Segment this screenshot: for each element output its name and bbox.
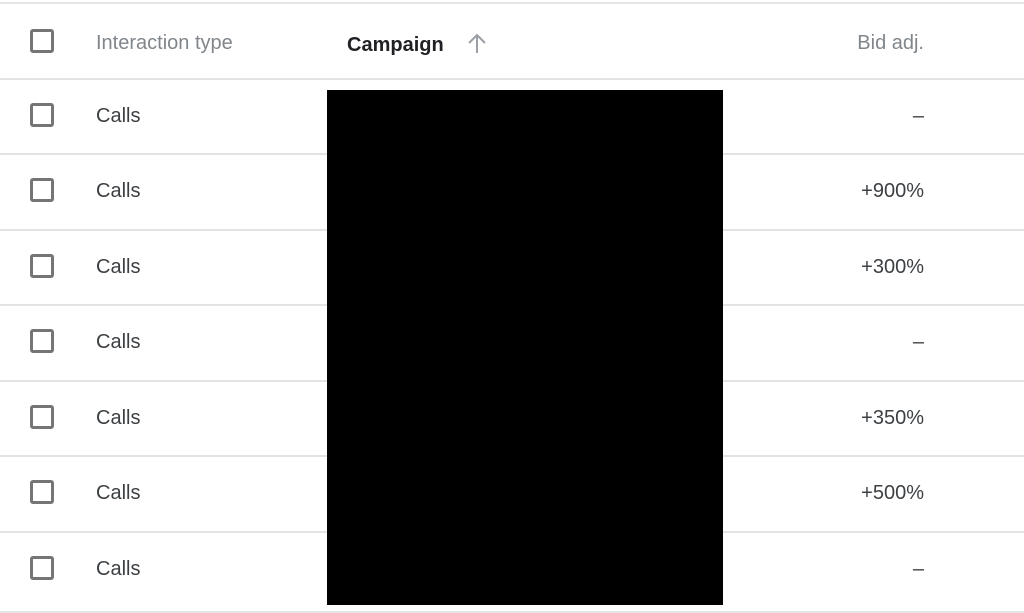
bid-adj-cell[interactable]: – bbox=[913, 104, 924, 128]
bid-adj-cell[interactable]: +350% bbox=[861, 406, 924, 430]
interaction-type-cell: Calls bbox=[96, 482, 141, 504]
bid-adj-cell[interactable]: +500% bbox=[861, 481, 924, 505]
interaction-type-cell: Calls bbox=[96, 256, 141, 278]
interaction-type-cell: Calls bbox=[96, 331, 141, 353]
column-header-interaction-type[interactable]: Interaction type bbox=[96, 31, 233, 55]
interaction-type-cell: Calls bbox=[96, 558, 141, 580]
bid-adj-cell[interactable]: +300% bbox=[861, 255, 924, 279]
arrow-up-icon[interactable] bbox=[466, 32, 488, 56]
row-checkbox[interactable] bbox=[30, 254, 54, 278]
row-checkbox[interactable] bbox=[30, 556, 54, 580]
row-checkbox[interactable] bbox=[30, 480, 54, 504]
row-checkbox[interactable] bbox=[30, 329, 54, 353]
bid-adj-cell[interactable]: +900% bbox=[861, 179, 924, 203]
table-header-row: Interaction type Campaign Bid adj. bbox=[0, 4, 1024, 80]
column-header-bid-adj[interactable]: Bid adj. bbox=[857, 31, 924, 55]
interaction-type-cell: Calls bbox=[96, 105, 141, 127]
redacted-campaign-column bbox=[327, 90, 723, 605]
row-checkbox[interactable] bbox=[30, 405, 54, 429]
column-header-campaign[interactable]: Campaign bbox=[347, 33, 444, 57]
select-all-checkbox[interactable] bbox=[30, 29, 54, 53]
interaction-type-cell: Calls bbox=[96, 180, 141, 202]
row-checkbox[interactable] bbox=[30, 178, 54, 202]
bid-adj-cell[interactable]: – bbox=[913, 557, 924, 581]
interaction-type-cell: Calls bbox=[96, 407, 141, 429]
bid-adj-cell[interactable]: – bbox=[913, 330, 924, 354]
row-checkbox[interactable] bbox=[30, 103, 54, 127]
